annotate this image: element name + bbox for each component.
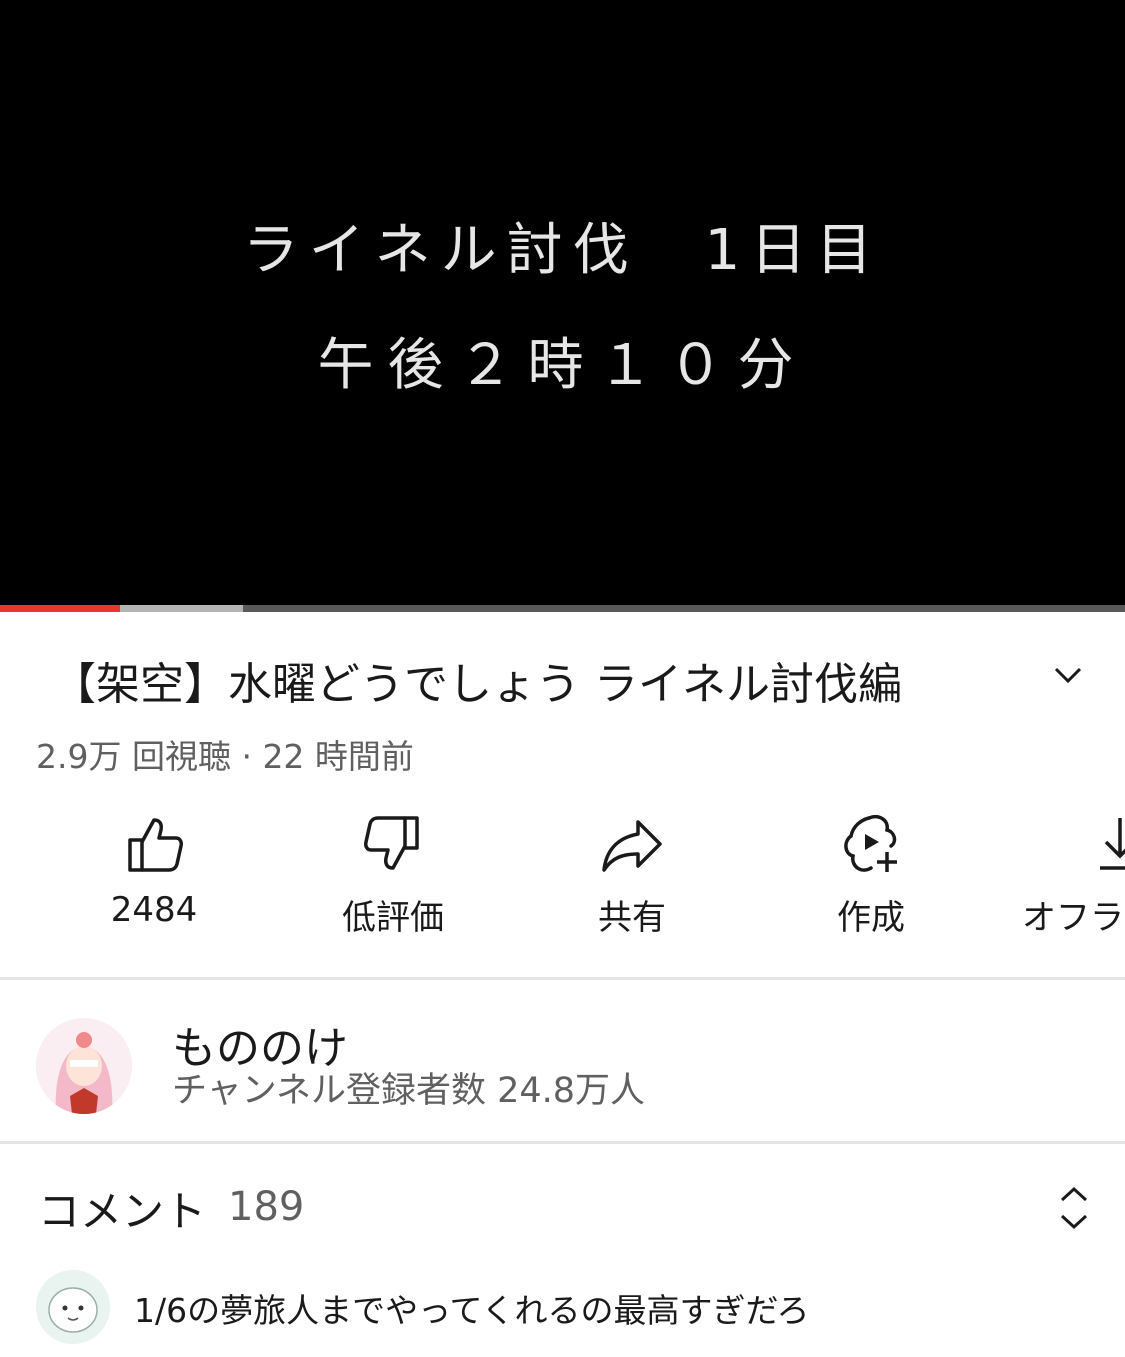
like-count: 2484 bbox=[110, 890, 198, 930]
share-icon bbox=[602, 820, 662, 872]
dislike-button[interactable]: 低評価 bbox=[283, 812, 503, 942]
comments-count: 189 bbox=[228, 1184, 305, 1230]
divider bbox=[0, 977, 1125, 980]
video-player[interactable]: ライネル討伐 1日目 午後２時１０分 bbox=[0, 0, 1125, 612]
thumbs-up-icon bbox=[128, 818, 183, 872]
create-icon bbox=[844, 815, 897, 872]
video-caption-line1: ライネル討伐 1日目 bbox=[242, 218, 883, 283]
like-button[interactable]: 2484 bbox=[44, 812, 264, 942]
video-caption-line2: 午後２時１０分 bbox=[317, 333, 808, 398]
share-label: 共有 bbox=[598, 898, 666, 938]
action-bar: 2484 低評価 共有 作成 オフラ bbox=[0, 812, 1125, 942]
progress-played bbox=[0, 605, 120, 612]
progress-bar[interactable] bbox=[0, 605, 1125, 612]
channel-avatar[interactable] bbox=[36, 1018, 132, 1114]
divider bbox=[0, 1141, 1125, 1144]
channel-subscribers: チャンネル登録者数 24.8万人 bbox=[172, 1071, 646, 1111]
create-button[interactable]: 作成 bbox=[761, 812, 981, 942]
video-meta[interactable]: 2.9万 回視聴 · 22 時間前 bbox=[36, 730, 414, 778]
share-button[interactable]: 共有 bbox=[522, 812, 742, 942]
sort-icon[interactable] bbox=[1054, 1184, 1094, 1232]
dislike-label: 低評価 bbox=[342, 898, 444, 938]
chevron-down-icon[interactable] bbox=[1048, 655, 1088, 695]
comment-avatar[interactable] bbox=[36, 1270, 110, 1344]
comments-heading[interactable]: コメント bbox=[38, 1178, 206, 1239]
progress-buffered bbox=[120, 605, 243, 612]
comment-text[interactable]: 1/6の夢旅人までやってくれるの最高すぎだろ bbox=[134, 1284, 810, 1332]
video-title[interactable]: 【架空】水曜どうでしょう ライネル討伐編 bbox=[52, 648, 902, 712]
download-icon bbox=[1100, 818, 1125, 870]
download-button[interactable]: オフラ bbox=[1000, 812, 1125, 942]
download-label: オフラ bbox=[1022, 898, 1124, 938]
thumbs-down-icon bbox=[364, 816, 419, 870]
create-label: 作成 bbox=[837, 898, 905, 938]
